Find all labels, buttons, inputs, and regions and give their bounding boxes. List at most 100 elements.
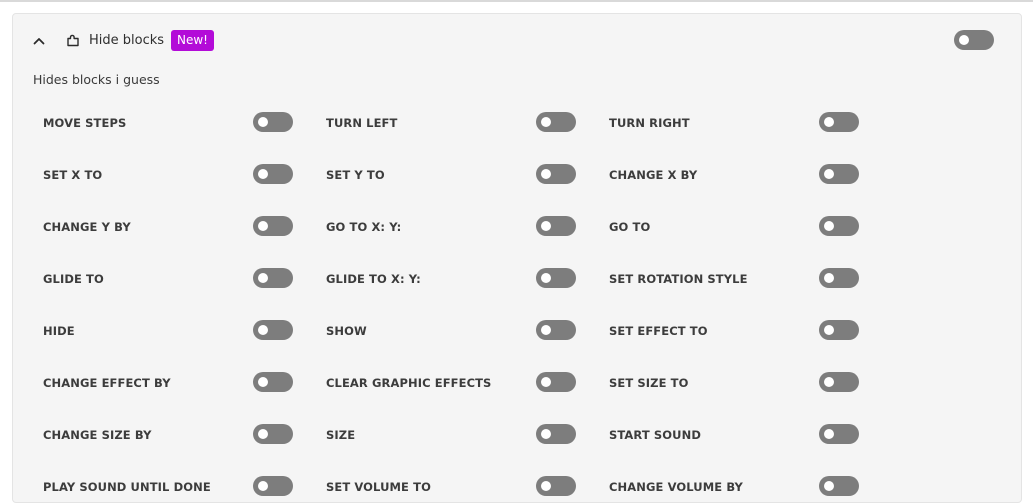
toggle-switch[interactable] <box>536 216 576 236</box>
setting-toggle[interactable] <box>536 268 576 288</box>
setting-toggle[interactable] <box>536 164 576 184</box>
settings-row: MOVE STEPS TURN LEFT TURN RIGHT <box>43 102 1003 154</box>
toggle-switch[interactable] <box>253 268 293 288</box>
setting-toggle[interactable] <box>819 476 859 496</box>
setting-item: SET SIZE TO <box>609 362 859 404</box>
settings-row: CHANGE SIZE BY SIZE START SOUND <box>43 414 1003 466</box>
setting-toggle[interactable] <box>253 112 293 132</box>
setting-toggle[interactable] <box>819 320 859 340</box>
settings-row: CHANGE EFFECT BY CLEAR GRAPHIC EFFECTS SET… <box>43 362 1003 414</box>
setting-item: TURN RIGHT <box>609 102 859 144</box>
toggle-switch[interactable] <box>536 112 576 132</box>
setting-label: SHOW <box>326 324 367 338</box>
toggle-switch[interactable] <box>253 320 293 340</box>
setting-toggle[interactable] <box>819 424 859 444</box>
toggle-knob <box>258 325 268 335</box>
setting-toggle[interactable] <box>536 320 576 340</box>
toggle-knob <box>541 169 551 179</box>
setting-label: SET SIZE TO <box>609 376 689 390</box>
setting-label: CHANGE Y BY <box>43 220 131 234</box>
setting-label: START SOUND <box>609 428 701 442</box>
toggle-switch[interactable] <box>536 320 576 340</box>
toggle-switch[interactable] <box>253 216 293 236</box>
setting-toggle[interactable] <box>253 164 293 184</box>
toggle-knob <box>824 325 834 335</box>
addon-enable-toggle[interactable] <box>954 30 994 50</box>
setting-toggle[interactable] <box>536 112 576 132</box>
toggle-switch[interactable] <box>819 112 859 132</box>
setting-label: SET VOLUME TO <box>326 480 431 494</box>
setting-toggle[interactable] <box>536 476 576 496</box>
toggle-knob <box>258 117 268 127</box>
setting-item: CHANGE EFFECT BY <box>43 362 293 404</box>
toggle-knob <box>541 273 551 283</box>
setting-toggle[interactable] <box>253 320 293 340</box>
setting-label: CHANGE EFFECT BY <box>43 376 171 390</box>
toggle-knob <box>258 221 268 231</box>
toggle-switch[interactable] <box>819 216 859 236</box>
setting-item: SET ROTATION STYLE <box>609 258 859 300</box>
setting-item: HIDE <box>43 310 293 352</box>
setting-label: CHANGE VOLUME BY <box>609 480 743 494</box>
setting-label: SET EFFECT TO <box>609 324 708 338</box>
setting-label: SET Y TO <box>326 168 385 182</box>
setting-label: GLIDE TO X: Y: <box>326 272 421 286</box>
chevron-up-icon[interactable] <box>31 33 47 49</box>
setting-label: SIZE <box>326 428 356 442</box>
setting-toggle[interactable] <box>253 216 293 236</box>
toggle-switch[interactable] <box>819 476 859 496</box>
toggle-switch[interactable] <box>819 372 859 392</box>
toggle-switch[interactable] <box>536 268 576 288</box>
setting-toggle[interactable] <box>253 372 293 392</box>
toggle-switch[interactable] <box>819 320 859 340</box>
setting-label: TURN LEFT <box>326 116 398 130</box>
settings-row: PLAY SOUND UNTIL DONE SET VOLUME TO CHANGE… <box>43 466 1003 502</box>
setting-label: SET X TO <box>43 168 103 182</box>
toggle-switch[interactable] <box>253 424 293 444</box>
toggle-knob <box>258 377 268 387</box>
setting-label: GO TO <box>609 220 651 234</box>
setting-item: SET EFFECT TO <box>609 310 859 352</box>
setting-label: CHANGE X BY <box>609 168 698 182</box>
toggle-knob <box>824 169 834 179</box>
setting-toggle[interactable] <box>819 216 859 236</box>
setting-item: SHOW <box>326 310 576 352</box>
toggle-switch[interactable] <box>536 372 576 392</box>
setting-toggle[interactable] <box>819 372 859 392</box>
toggle-knob <box>541 377 551 387</box>
toggle-switch[interactable] <box>819 424 859 444</box>
toggle-switch[interactable] <box>253 164 293 184</box>
setting-item: CHANGE Y BY <box>43 206 293 248</box>
toggle-switch[interactable] <box>253 372 293 392</box>
setting-item: MOVE STEPS <box>43 102 293 144</box>
toggle-knob <box>541 325 551 335</box>
toggle-switch[interactable] <box>954 30 994 50</box>
setting-label: PLAY SOUND UNTIL DONE <box>43 480 211 494</box>
setting-label: GLIDE TO <box>43 272 104 286</box>
settings-row: HIDE SHOW SET EFFECT TO <box>43 310 1003 362</box>
toggle-switch[interactable] <box>253 476 293 496</box>
setting-toggle[interactable] <box>253 424 293 444</box>
toggle-switch[interactable] <box>253 112 293 132</box>
setting-toggle[interactable] <box>253 268 293 288</box>
setting-toggle[interactable] <box>536 424 576 444</box>
setting-toggle[interactable] <box>819 268 859 288</box>
toggle-knob <box>824 429 834 439</box>
toggle-knob <box>824 221 834 231</box>
toggle-switch[interactable] <box>536 424 576 444</box>
toggle-switch[interactable] <box>536 164 576 184</box>
setting-label: MOVE STEPS <box>43 116 127 130</box>
toggle-knob <box>959 35 969 45</box>
setting-label: GO TO X: Y: <box>326 220 402 234</box>
setting-toggle[interactable] <box>819 112 859 132</box>
setting-toggle[interactable] <box>253 476 293 496</box>
setting-item: START SOUND <box>609 414 859 456</box>
setting-toggle[interactable] <box>536 372 576 392</box>
toggle-switch[interactable] <box>819 164 859 184</box>
toggle-knob <box>541 117 551 127</box>
setting-item: PLAY SOUND UNTIL DONE <box>43 466 293 502</box>
toggle-switch[interactable] <box>819 268 859 288</box>
setting-toggle[interactable] <box>536 216 576 236</box>
toggle-switch[interactable] <box>536 476 576 496</box>
setting-toggle[interactable] <box>819 164 859 184</box>
